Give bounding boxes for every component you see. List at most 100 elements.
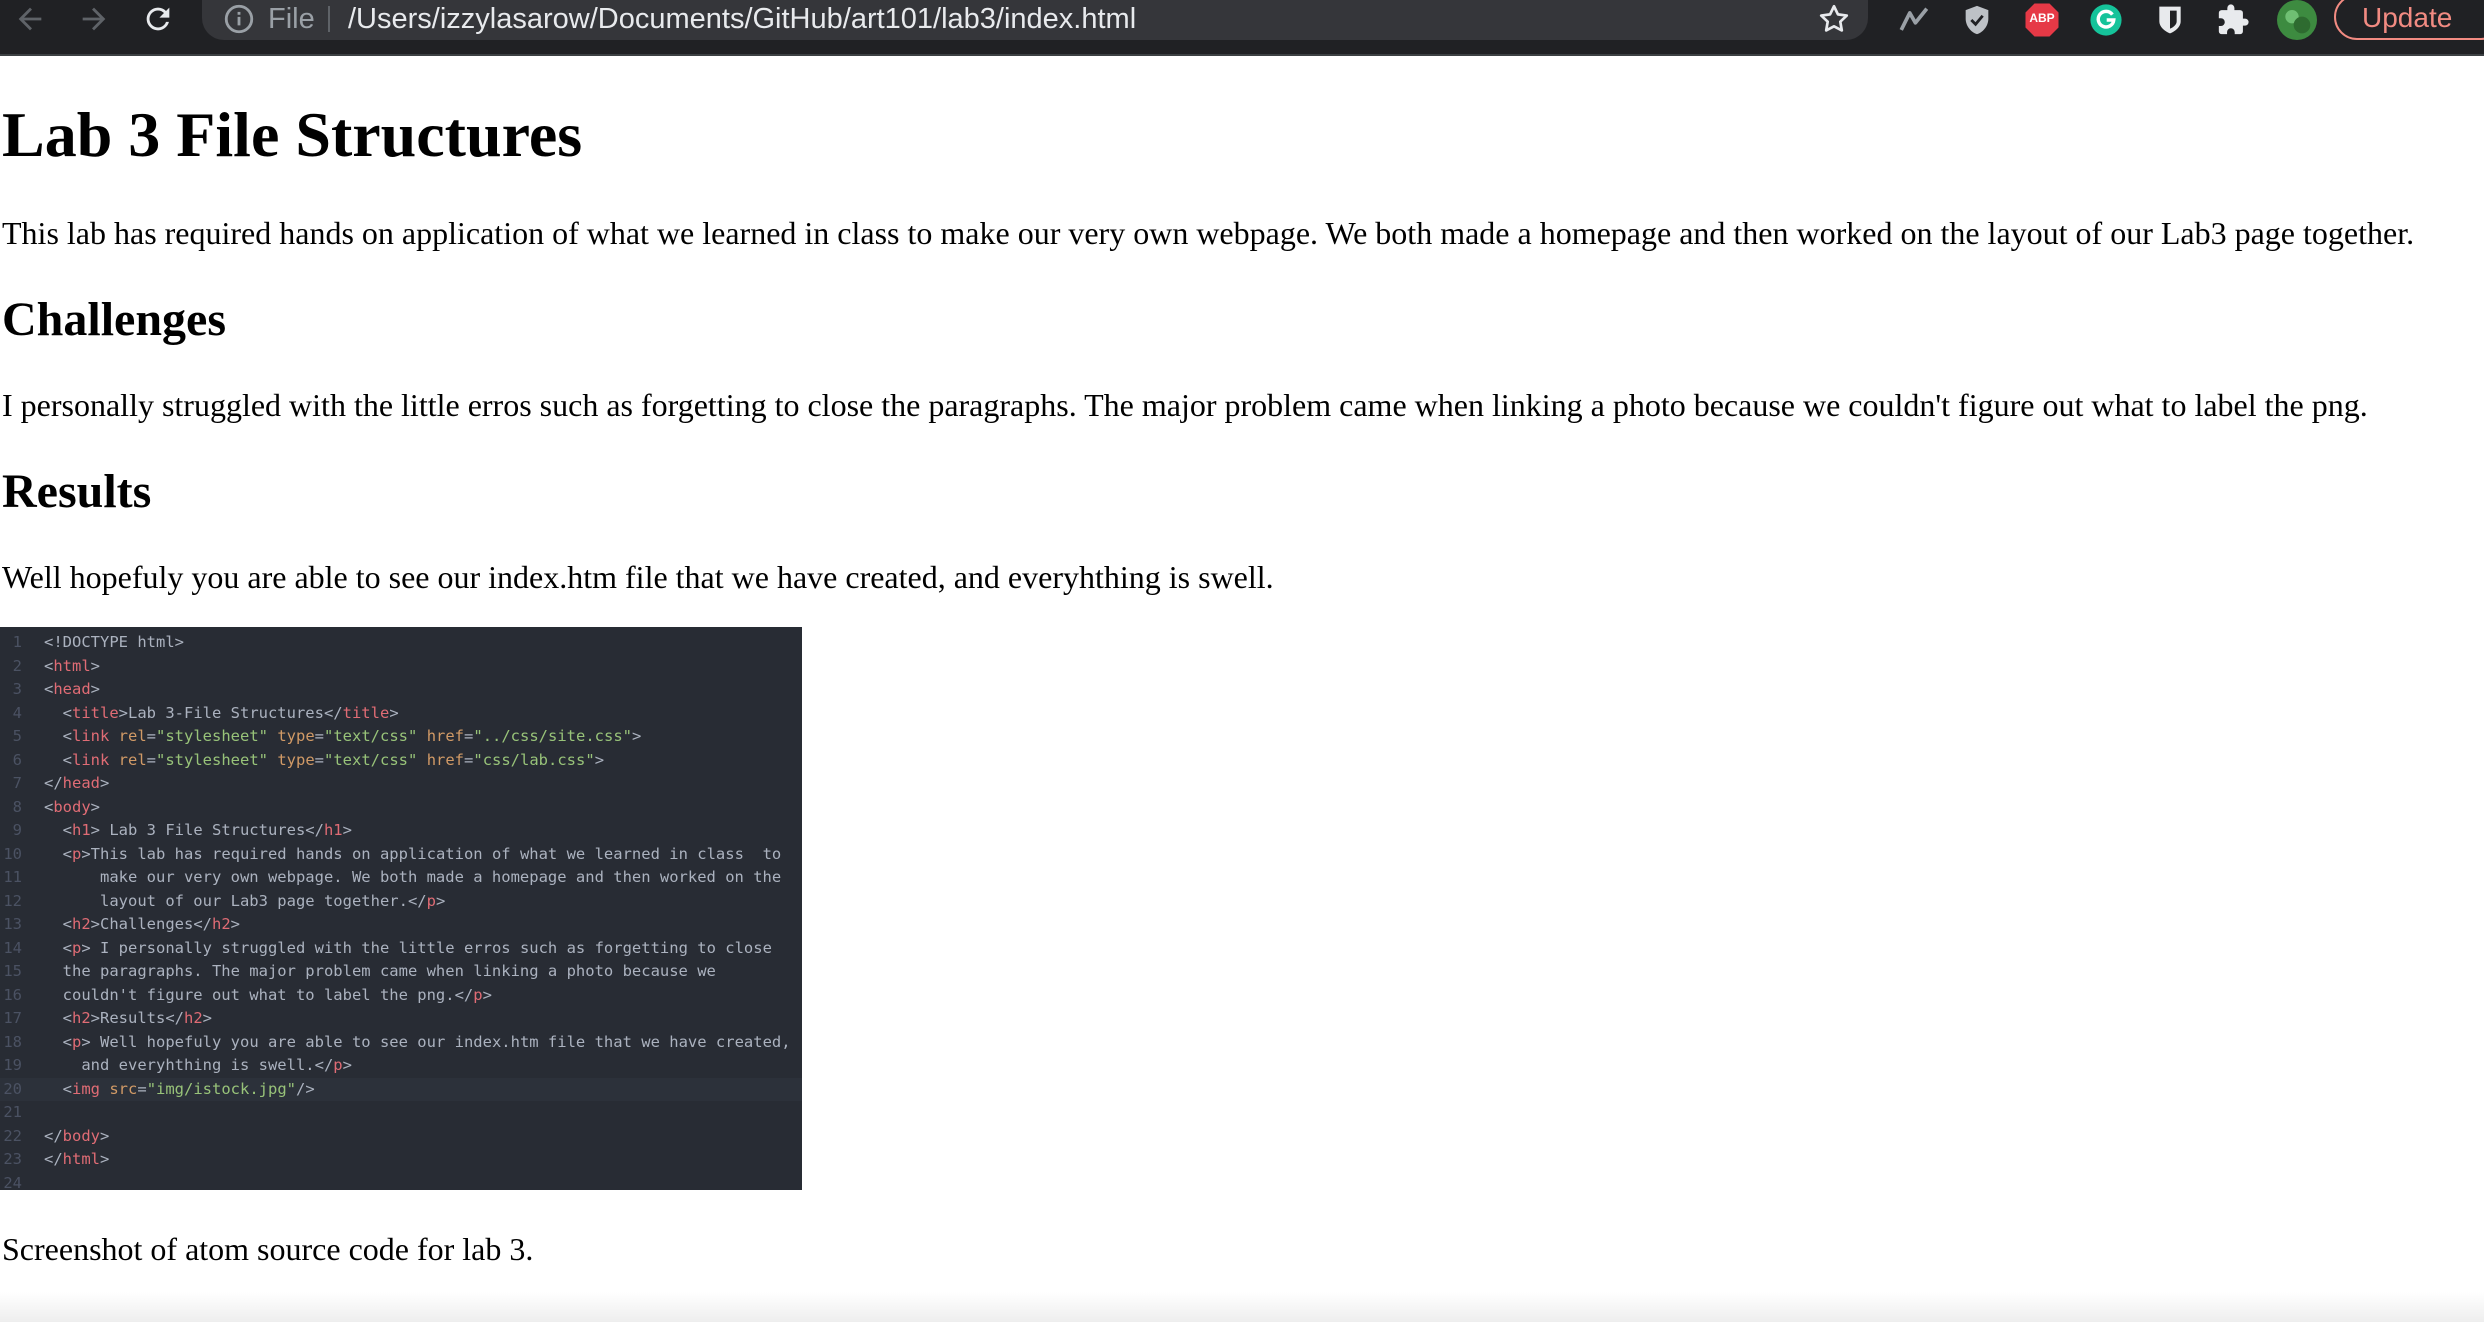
line-number: 3 [12,680,22,698]
line-number: 21 [3,1103,22,1121]
line-number: 11 [3,868,22,886]
adblock-plus-icon[interactable]: ABP [2022,0,2062,40]
page-title: Lab 3 File Structures [2,99,583,170]
line-number: 20 [3,1079,22,1098]
code-line: 8 <body> [0,796,802,820]
code-text: and everyhthing is swell.</p> [44,1056,352,1074]
code-text: </body> [44,1126,110,1145]
code-text: <p> I personally struggled with the litt… [44,938,772,957]
browser-toolbar: File /Users/izzylasarow/Documents/GitHub… [0,0,2484,56]
grammarly-icon[interactable] [2086,0,2126,40]
code-text: <p> Well hopefuly you are able to see ou… [44,1032,791,1051]
reload-icon [146,7,170,31]
code-line: 20 <img src="img/istock.jpg"/> [0,1077,802,1101]
code-text: <p>This lab has required hands on applic… [44,844,782,863]
forward-arrow-icon [82,7,106,31]
code-text: <link rel="stylesheet" type="text/css" h… [44,750,605,769]
line-number: 1 [12,633,22,651]
site-info-icon[interactable] [222,2,256,41]
address-bar[interactable]: File /Users/izzylasarow/Documents/GitHub… [202,0,1868,40]
update-button[interactable]: Update [2334,0,2484,40]
code-line: 22 </body> [0,1125,802,1149]
source-code-screenshot: 1 <!DOCTYPE html> 2 <html> 3 <head> 4 <title>L… [0,627,802,1190]
line-number: 15 [3,962,22,980]
url-text[interactable]: /Users/izzylasarow/Documents/GitHub/art1… [348,2,1136,36]
code-line: 9 <h1> Lab 3 File Structures</h1> [0,819,802,843]
code-line: 19 and everyhthing is swell.</p> [0,1054,802,1078]
code-line: 12 layout of our Lab3 page together.</p> [0,890,802,914]
code-text: <body> [44,797,101,816]
code-line: 10 <p>This lab has required hands on app… [0,843,802,867]
code-line: 1 <!DOCTYPE html> [0,631,802,655]
forward-button[interactable] [70,0,118,38]
line-number: 17 [3,1009,22,1027]
code-text: </head> [44,774,110,792]
line-number: 7 [12,774,22,792]
code-line: 13 <h2>Challenges</h2> [0,913,802,937]
line-number: 23 [3,1150,22,1168]
line-number: 6 [12,750,22,769]
reload-button[interactable] [134,0,182,38]
line-number: 10 [3,844,22,863]
line-number: 2 [12,656,22,675]
code-line: 18 <p> Well hopefuly you are able to see… [0,1031,802,1055]
code-text: <h2>Results</h2> [44,1009,213,1027]
code-text: <html> [44,656,101,675]
intro-paragraph: This lab has required hands on applicati… [2,215,2415,251]
analytics-extension-icon[interactable] [1894,0,1934,40]
bottom-edge-shadow [0,1292,2484,1322]
line-number: 4 [12,703,22,722]
code-line: 11 make our very own webpage. We both ma… [0,866,802,890]
profile-avatar[interactable] [2277,0,2317,40]
code-text: <link rel="stylesheet" type="text/css" h… [44,727,642,745]
code-text: <head> [44,680,101,698]
line-number: 19 [3,1056,22,1074]
code-line: 2 <html> [0,655,802,679]
code-line: 15 the paragraphs. The major problem cam… [0,960,802,984]
challenges-paragraph: I personally struggled with the little e… [2,387,2368,423]
code-text: make our very own webpage. We both made … [44,868,782,886]
image-caption: Screenshot of atom source code for lab 3… [2,1231,534,1267]
back-arrow-icon [18,7,42,31]
code-line: 6 <link rel="stylesheet" type="text/css"… [0,749,802,773]
line-number: 18 [3,1032,22,1051]
line-number: 22 [3,1126,22,1145]
code-line: 21 [0,1101,802,1125]
line-number: 24 [3,1173,22,1191]
code-line: 17 <h2>Results</h2> [0,1007,802,1031]
code-line: 14 <p> I personally struggled with the l… [0,937,802,961]
code-line: 24 [0,1172,802,1191]
code-text: <h2>Challenges</h2> [44,915,241,933]
code-text: <img src="img/istock.jpg"/> [44,1079,315,1098]
code-text: <h1> Lab 3 File Structures</h1> [44,821,352,839]
bookmark-star-icon[interactable] [1816,1,1852,42]
code-text: the paragraphs. The major problem came w… [44,962,716,980]
code-text: </html> [44,1150,110,1168]
line-number: 8 [12,797,22,816]
line-number: 14 [3,938,22,957]
line-number: 5 [12,727,22,745]
results-heading: Results [2,465,152,518]
extensions-puzzle-icon[interactable] [2213,0,2253,40]
code-text: <!DOCTYPE html> [44,633,184,651]
code-line: 3 <head> [0,678,802,702]
adblock-plus-label: ABP [2029,11,2055,25]
url-separator [328,6,330,32]
line-number: 16 [3,985,22,1004]
line-number: 13 [3,915,22,933]
line-number: 9 [12,821,22,839]
code-line: 5 <link rel="stylesheet" type="text/css"… [0,725,802,749]
bitwarden-icon[interactable] [2150,0,2190,40]
code-line: 4 <title>Lab 3-File Structures</title> [0,702,802,726]
challenges-heading: Challenges [2,293,227,346]
url-scheme-label: File [268,3,315,35]
results-paragraph: Well hopefuly you are able to see our in… [2,559,1274,595]
code-line: 16 couldn't figure out what to label the… [0,984,802,1008]
code-text: <title>Lab 3-File Structures</title> [44,703,399,722]
code-line: 23 </html> [0,1148,802,1172]
line-number: 12 [3,891,22,910]
code-text: couldn't figure out what to label the pn… [44,985,492,1004]
code-text: layout of our Lab3 page together.</p> [44,891,446,910]
shield-extension-icon[interactable] [1957,0,1997,40]
back-button[interactable] [6,0,54,38]
